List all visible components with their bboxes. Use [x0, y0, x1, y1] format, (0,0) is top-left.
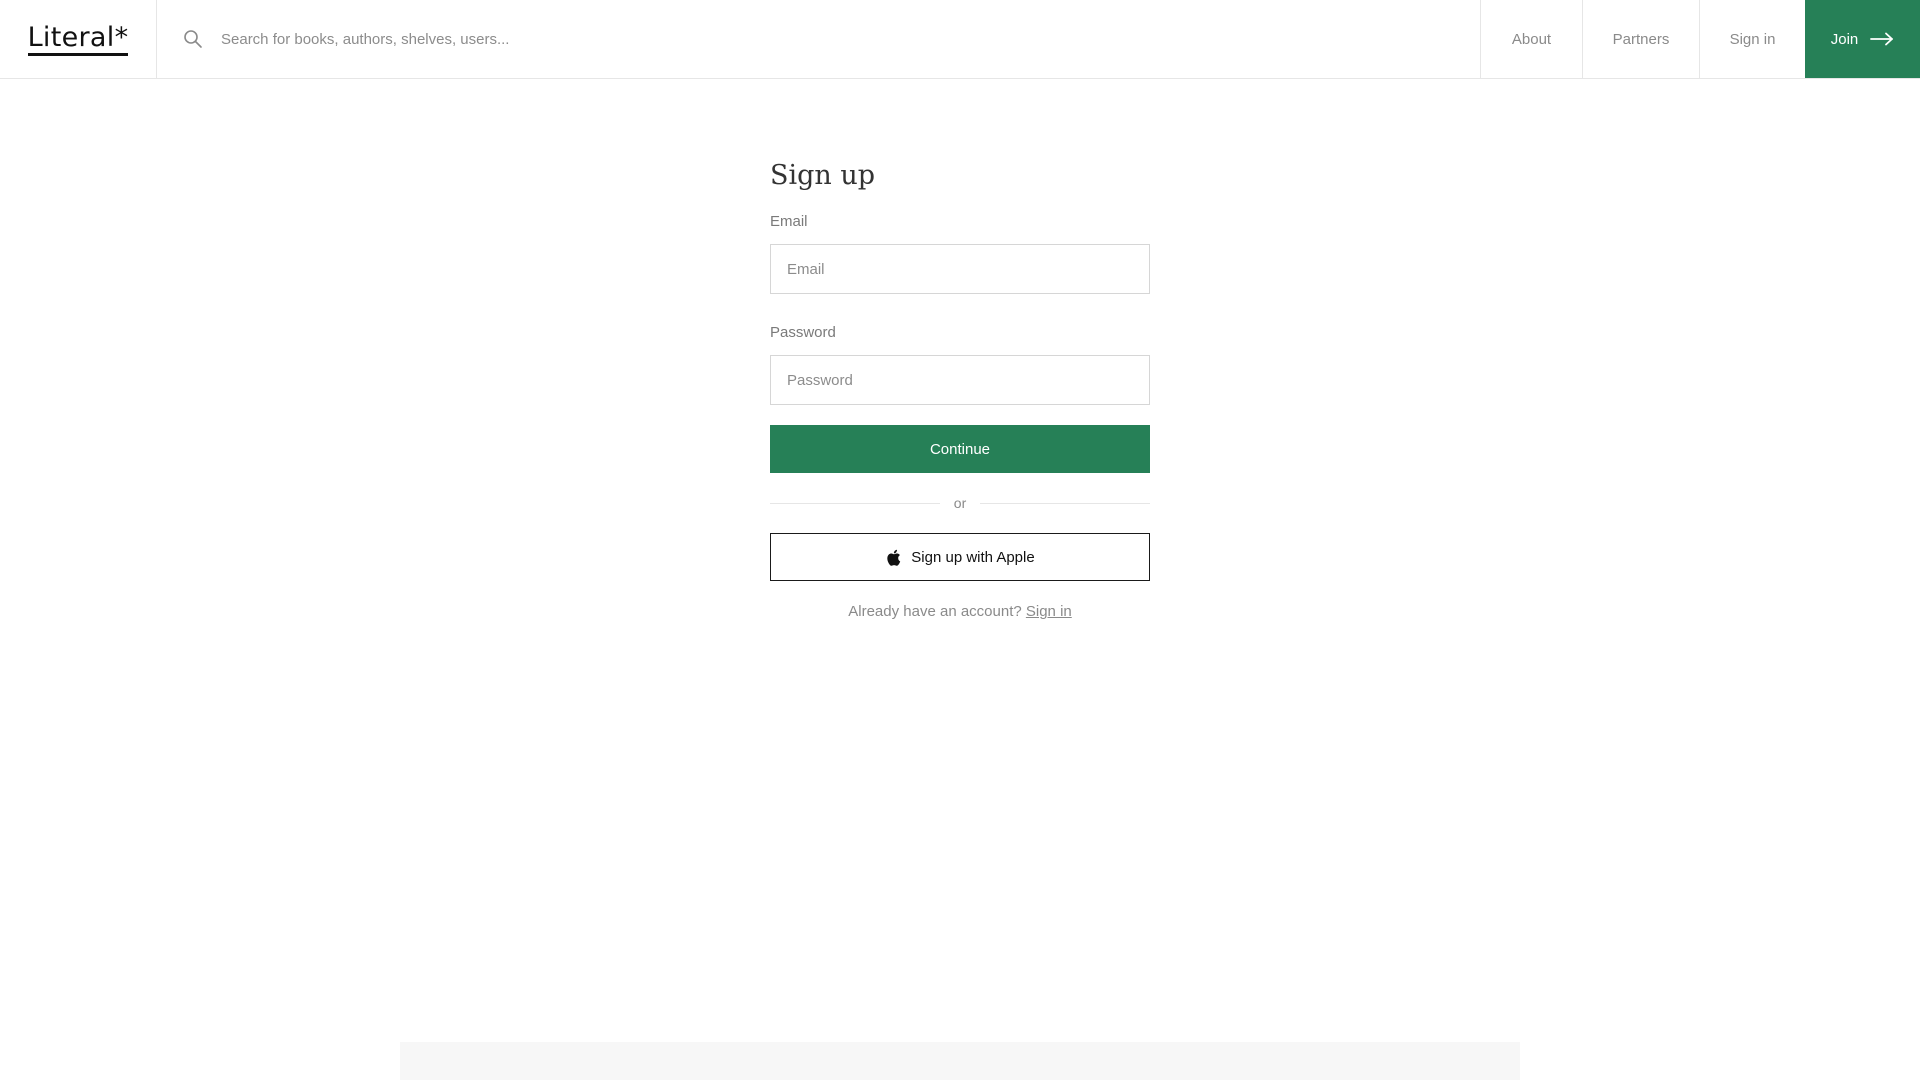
top-navigation-bar: Literal* About Partners Sign in Join	[0, 0, 1920, 79]
logo-container[interactable]: Literal*	[0, 0, 157, 79]
email-label: Email	[770, 213, 808, 230]
nav-sign-in-link[interactable]: Sign in	[1699, 0, 1805, 78]
nav-about-link[interactable]: About	[1480, 0, 1582, 78]
password-field[interactable]	[770, 355, 1150, 405]
search-input[interactable]	[221, 30, 821, 48]
nav-partners-link[interactable]: Partners	[1582, 0, 1699, 78]
apple-icon	[887, 549, 901, 566]
or-divider: or	[770, 495, 1151, 511]
search-icon	[184, 30, 202, 48]
logo[interactable]: Literal*	[27, 24, 129, 56]
footer-band	[400, 1042, 1520, 1080]
arrow-right-icon	[1870, 32, 1894, 46]
divider-line-left	[770, 502, 940, 504]
sign-up-with-apple-button[interactable]: Sign up with Apple	[770, 533, 1150, 581]
email-field[interactable]	[770, 244, 1150, 294]
join-button-label: Join	[1830, 30, 1859, 48]
divider-text: or	[953, 495, 967, 511]
search-bar	[157, 0, 1480, 78]
already-have-account-row: Already have an account? Sign in	[770, 603, 1150, 620]
page-title: Sign up	[770, 160, 876, 191]
sign-in-link[interactable]: Sign in	[1026, 603, 1072, 620]
password-label: Password	[770, 324, 836, 341]
continue-button[interactable]: Continue	[770, 425, 1150, 473]
already-have-account-text: Already have an account?	[848, 603, 1022, 620]
divider-line-right	[980, 502, 1151, 504]
apple-button-label: Sign up with Apple	[911, 548, 1035, 566]
join-button[interactable]: Join	[1805, 0, 1920, 78]
signup-form: Sign up Email Password Continue or Sign …	[770, 160, 1151, 620]
